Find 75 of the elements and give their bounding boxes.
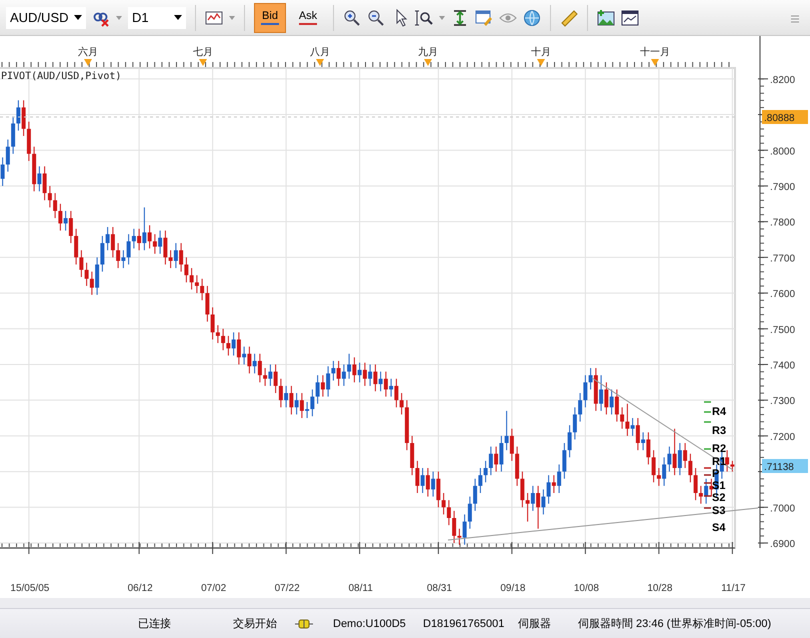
marker-icon [424, 59, 432, 66]
account-label: Demo:U100D5 [333, 618, 407, 630]
marker-icon [84, 59, 92, 66]
y-axis-label: .7600 [770, 289, 796, 300]
picture-add-icon[interactable] [597, 8, 615, 26]
y-axis-label: .7000 [770, 503, 796, 514]
server-label: 伺服器 [518, 617, 552, 631]
caret-icon[interactable] [74, 15, 82, 20]
y-axis-label: .7700 [770, 253, 796, 264]
y-axis-label: .7900 [770, 182, 796, 193]
window-chart-icon[interactable] [621, 8, 639, 26]
caret-icon[interactable] [174, 15, 182, 20]
pivot-marker [704, 482, 711, 484]
price-tag: .71138 [762, 459, 808, 473]
pivot-label: R3 [712, 425, 726, 437]
month-label: 十一月 [640, 47, 670, 58]
y-axis-label: .7500 [770, 324, 796, 336]
pivot-marker [704, 467, 711, 469]
indicator-chart-icon[interactable] [205, 8, 223, 26]
month-label: 九月 [418, 47, 438, 58]
marker-icon [537, 59, 545, 66]
month-label: 十月 [531, 47, 551, 58]
y-axis-label: .8000 [770, 146, 796, 158]
y-axis-label: .8200 [770, 74, 796, 86]
x-axis-label: 15/05/05 [10, 583, 50, 594]
pivot-marker [704, 401, 711, 403]
x-axis-label: 07/02 [201, 583, 226, 594]
globe-icon[interactable] [523, 8, 541, 26]
zoom-in-icon[interactable] [343, 8, 361, 26]
account-id: D181961765001 [423, 618, 506, 630]
pivot-label: S3 [712, 505, 726, 517]
connection-status: 已连接 [138, 616, 172, 631]
trading-status: 交易开始 [233, 616, 278, 631]
timeframe-dropdown[interactable]: D1 [128, 6, 186, 28]
ruler-icon[interactable] [560, 8, 578, 26]
y-axis-label: .6900 [770, 539, 796, 550]
pivot-label: S4 [712, 522, 726, 534]
pivot-marker [704, 411, 711, 413]
pivot-marker [704, 448, 711, 450]
pivot-marker [704, 507, 711, 509]
x-axis-label: 10/08 [574, 583, 599, 594]
symbol-dropdown[interactable]: AUD/USD [6, 6, 86, 28]
zoom-out-icon[interactable] [367, 8, 385, 26]
month-label: 七月 [193, 47, 213, 58]
fit-height-icon[interactable] [451, 8, 469, 26]
marker-icon [199, 59, 207, 66]
pivot-marker [704, 474, 711, 476]
x-axis-label: 06/12 [128, 583, 153, 594]
price-tag: .80888 [762, 110, 808, 124]
x-axis-label: 08/11 [348, 583, 373, 594]
plug-icon [295, 618, 313, 628]
pivot-label: R2 [712, 443, 726, 455]
x-axis-label: 08/31 [426, 583, 452, 594]
y-axis-label: .7300 [770, 396, 796, 408]
marker-icon [316, 59, 324, 66]
pivot-marker [704, 495, 711, 497]
indicator-title: PIVOT(AUD/USD,Pivot) [1, 71, 122, 82]
y-axis-label: .7200 [770, 432, 796, 443]
y-axis-label: .7800 [770, 218, 796, 229]
marker-icon [651, 59, 659, 66]
zoom-range-icon[interactable] [415, 8, 433, 26]
window-edit-icon[interactable] [475, 8, 493, 26]
server-time: 伺服器時間 23:46 (世界标准时间-05:00) [578, 617, 772, 631]
x-axis-label: 11/17 [721, 583, 746, 594]
pivot-label: S2 [712, 492, 726, 504]
price-mode-tab[interactable]: Ask [292, 2, 324, 32]
month-label: 八月 [310, 47, 330, 58]
x-axis-label: 07/22 [274, 583, 300, 594]
pivot-marker [704, 421, 711, 423]
y-axis-label: .7400 [770, 360, 796, 372]
x-axis-label: 10/28 [647, 583, 672, 594]
month-label: 六月 [78, 47, 98, 58]
x-axis-label: 09/18 [500, 583, 526, 594]
price-mode-tab[interactable]: Bid [254, 2, 286, 32]
pivot-label: R4 [712, 406, 726, 418]
